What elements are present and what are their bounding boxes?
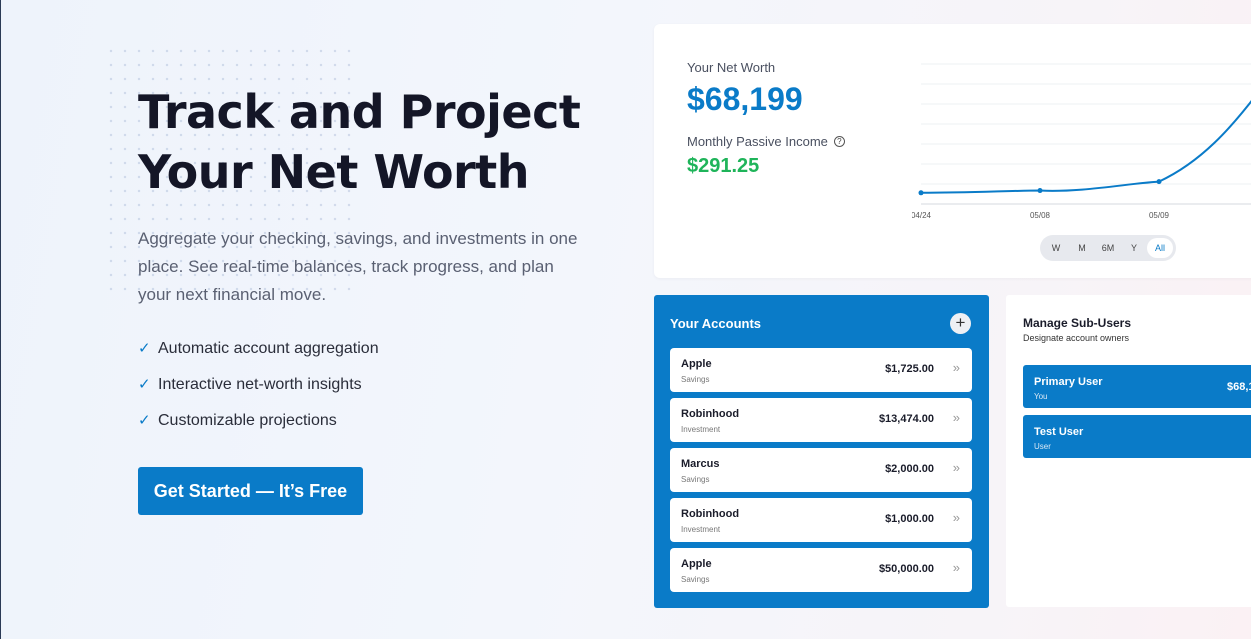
x-tick-label: 05/08 xyxy=(1030,211,1051,220)
sub-user-row[interactable]: Primary User You $68,199 xyxy=(1023,365,1251,408)
net-worth-value: $68,199 xyxy=(687,81,803,117)
add-account-icon[interactable]: + xyxy=(950,313,971,334)
sub-users-subtitle: Designate account owners xyxy=(1023,333,1130,343)
passive-income-label-row: Monthly Passive Income ? xyxy=(687,134,845,149)
net-worth-label: Your Net Worth xyxy=(687,60,776,75)
help-icon[interactable]: ? xyxy=(833,136,845,147)
account-name: Marcus xyxy=(681,458,720,470)
feature-label: Automatic account aggregation xyxy=(158,340,379,357)
account-row[interactable]: Apple Savings $50,000.00 » xyxy=(670,548,972,592)
feature-label: Interactive net-worth insights xyxy=(158,376,362,393)
account-row[interactable]: Marcus Savings $2,000.00 » xyxy=(670,448,972,492)
x-tick-label: 05/09 xyxy=(1149,211,1170,220)
account-type: Savings xyxy=(681,475,710,484)
net-worth-chart: 04/24 05/08 05/09 xyxy=(912,63,1251,220)
account-row[interactable]: Robinhood Investment $1,000.00 » xyxy=(670,498,972,542)
period-all[interactable]: All xyxy=(1147,238,1173,258)
feature-item: ✓ Customizable projections xyxy=(138,403,379,439)
hero-title-line1: Track and Project xyxy=(138,85,581,139)
passive-income-label: Monthly Passive Income xyxy=(687,134,828,149)
sub-user-role: User xyxy=(1034,442,1051,451)
sub-user-name: Test User xyxy=(1034,426,1084,438)
account-name: Apple xyxy=(681,558,712,570)
chevron-right-icon: » xyxy=(952,360,960,375)
hero-title-line2: Your Net Worth xyxy=(138,145,529,199)
account-amount: $2,000.00 xyxy=(885,463,934,475)
hero-title: Track and Project Your Net Worth xyxy=(138,82,618,202)
passive-income-value: $291.25 xyxy=(687,155,760,177)
check-icon: ✓ xyxy=(138,340,151,357)
chevron-right-icon: » xyxy=(952,410,960,425)
account-type: Investment xyxy=(681,525,721,534)
period-w[interactable]: W xyxy=(1043,238,1069,258)
period-m[interactable]: M xyxy=(1069,238,1095,258)
account-amount: $13,474.00 xyxy=(878,413,934,425)
account-name: Apple xyxy=(681,358,712,370)
accounts-card: Your Accounts + Apple Savings $1,725.00 … xyxy=(654,295,989,608)
feature-label: Customizable projections xyxy=(158,412,337,429)
period-y[interactable]: Y xyxy=(1121,238,1147,258)
feature-item: ✓ Interactive net-worth insights xyxy=(138,367,379,403)
feature-item: ✓ Automatic account aggregation xyxy=(138,331,379,367)
account-row[interactable]: Apple Savings $1,725.00 » xyxy=(670,348,972,392)
sub-user-role: You xyxy=(1034,392,1048,401)
account-type: Savings xyxy=(681,575,710,584)
chart-point xyxy=(918,190,924,196)
chevron-right-icon: » xyxy=(952,460,960,475)
account-amount: $1,000.00 xyxy=(885,513,934,525)
sub-users-title: Manage Sub-Users xyxy=(1023,316,1132,330)
account-type: Investment xyxy=(681,425,721,434)
left-border xyxy=(0,0,1,639)
sub-user-row[interactable]: Test User User xyxy=(1023,415,1251,458)
chart-point xyxy=(1156,179,1162,185)
chevron-right-icon: » xyxy=(952,510,960,525)
chart-point xyxy=(1037,188,1043,194)
account-row[interactable]: Robinhood Investment $13,474.00 » xyxy=(670,398,972,442)
account-type: Savings xyxy=(681,375,710,384)
account-amount: $1,725.00 xyxy=(885,363,934,375)
feature-list: ✓ Automatic account aggregation ✓ Intera… xyxy=(138,331,379,439)
period-6m[interactable]: 6M xyxy=(1095,238,1121,258)
x-tick-label: 04/24 xyxy=(912,211,932,220)
sub-users-card: Manage Sub-Users Designate account owner… xyxy=(1006,295,1251,607)
check-icon: ✓ xyxy=(138,412,151,429)
get-started-button[interactable]: Get Started — It’s Free xyxy=(138,467,363,515)
sub-user-amount: $68,199 xyxy=(1227,381,1251,393)
chevron-right-icon: » xyxy=(952,560,960,575)
sub-user-name: Primary User xyxy=(1034,376,1103,388)
account-name: Robinhood xyxy=(681,408,740,420)
net-worth-card: Your Net Worth $68,199 Monthly Passive I… xyxy=(654,24,1251,278)
account-name: Robinhood xyxy=(681,508,740,520)
check-icon: ✓ xyxy=(138,376,151,393)
accounts-title: Your Accounts xyxy=(670,316,762,331)
period-selector: W M 6M Y All xyxy=(1040,235,1176,261)
net-worth-series-line xyxy=(920,100,1251,194)
hero-description: Aggregate your checking, savings, and in… xyxy=(138,229,578,304)
account-amount: $50,000.00 xyxy=(878,563,934,575)
